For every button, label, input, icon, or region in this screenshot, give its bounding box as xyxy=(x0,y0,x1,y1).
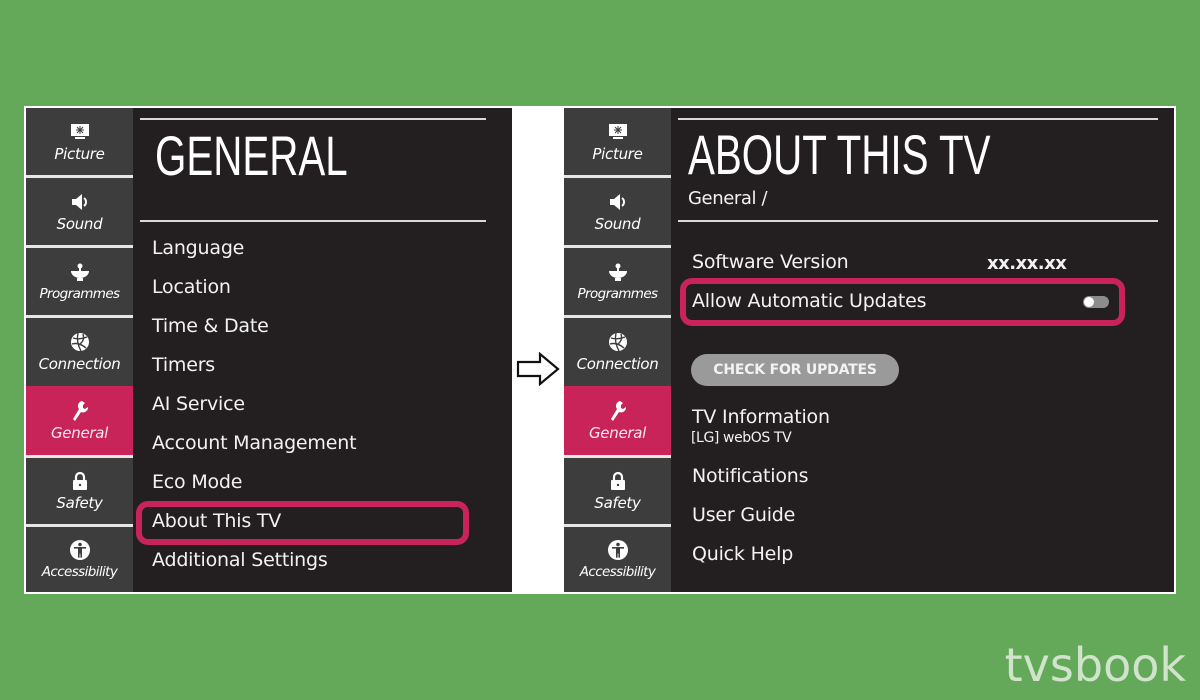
sidebar-item-label: General xyxy=(588,423,646,442)
sidebar-item-accessibility[interactable]: Accessibility xyxy=(26,527,133,592)
sidebar-item-label: General xyxy=(50,423,108,442)
lock-icon xyxy=(607,470,629,492)
arrow-right-icon xyxy=(516,352,560,386)
sidebar-item-safety[interactable]: Safety xyxy=(26,458,133,524)
globe-icon xyxy=(607,331,629,353)
accessibility-icon xyxy=(69,539,91,561)
menu-item-account-management[interactable]: Account Management xyxy=(152,432,357,454)
sidebar-item-sound[interactable]: Sound xyxy=(26,178,133,245)
page-title: ABOUT THIS TV xyxy=(688,123,991,186)
screenshot-frame: Picture Sound Programmes Connection Gene… xyxy=(24,106,1176,594)
sidebar-item-label: Picture xyxy=(54,144,105,163)
toggle-knob xyxy=(1084,297,1094,307)
divider xyxy=(678,118,1158,120)
menu-item-timers[interactable]: Timers xyxy=(152,354,215,376)
sidebar-item-safety[interactable]: Safety xyxy=(564,458,671,524)
antenna-icon xyxy=(69,261,91,283)
page-title: GENERAL xyxy=(155,124,348,187)
picture-icon xyxy=(607,121,629,143)
picture-icon xyxy=(69,121,91,143)
sidebar-item-label: Picture xyxy=(592,144,643,163)
menu-item-notifications[interactable]: Notifications xyxy=(692,465,809,487)
sidebar-item-sound[interactable]: Sound xyxy=(564,178,671,245)
sidebar-item-label: Safety xyxy=(594,494,641,512)
about-this-tv-panel: Picture Sound Programmes Connection Gene… xyxy=(564,108,1174,592)
sidebar-item-label: Connection xyxy=(576,355,659,373)
allow-automatic-updates-label[interactable]: Allow Automatic Updates xyxy=(692,290,927,312)
sidebar-item-label: Safety xyxy=(56,494,103,512)
general-settings-panel: Picture Sound Programmes Connection Gene… xyxy=(26,108,512,592)
accessibility-icon xyxy=(607,539,629,561)
antenna-icon xyxy=(607,261,629,283)
divider xyxy=(140,220,486,222)
software-version-label: Software Version xyxy=(692,251,849,273)
menu-item-eco-mode[interactable]: Eco Mode xyxy=(152,471,242,493)
sidebar-item-label: Connection xyxy=(38,355,121,373)
auto-updates-toggle[interactable] xyxy=(1083,296,1109,308)
sidebar-item-picture[interactable]: Picture xyxy=(26,108,133,175)
sidebar-item-general[interactable]: General xyxy=(564,386,671,455)
sidebar-item-connection[interactable]: Connection xyxy=(564,318,671,386)
about-this-tv-content: ABOUT THIS TV General / Software Version… xyxy=(671,108,1174,592)
menu-item-ai-service[interactable]: AI Service xyxy=(152,393,245,415)
sidebar-item-connection[interactable]: Connection xyxy=(26,318,133,386)
menu-item-tv-information[interactable]: TV Information xyxy=(692,406,830,428)
wrench-icon xyxy=(69,400,91,422)
menu-item-location[interactable]: Location xyxy=(152,276,231,298)
lock-icon xyxy=(69,470,91,492)
watermark-logo: tvsbook xyxy=(1004,638,1186,692)
check-for-updates-button[interactable]: CHECK FOR UPDATES xyxy=(691,354,899,386)
menu-item-user-guide[interactable]: User Guide xyxy=(692,504,795,526)
sidebar-item-label: Accessibility xyxy=(579,563,656,580)
wrench-icon xyxy=(607,400,629,422)
sidebar-item-accessibility[interactable]: Accessibility xyxy=(564,527,671,592)
breadcrumb: General / xyxy=(688,188,768,209)
software-version-value: xx.xx.xx xyxy=(987,253,1067,274)
sidebar-item-programmes[interactable]: Programmes xyxy=(564,248,671,315)
sidebar-item-label: Sound xyxy=(594,214,641,233)
menu-item-additional-settings[interactable]: Additional Settings xyxy=(152,549,328,571)
general-menu-content: GENERAL Language Location Time & Date Ti… xyxy=(133,108,512,592)
settings-sidebar: Picture Sound Programmes Connection Gene… xyxy=(26,108,133,592)
globe-icon xyxy=(69,331,91,353)
speaker-icon xyxy=(607,191,629,213)
tv-information-value: [LG] webOS TV xyxy=(691,430,792,446)
menu-item-time-date[interactable]: Time & Date xyxy=(152,315,269,337)
menu-item-about-this-tv[interactable]: About This TV xyxy=(152,510,281,532)
sidebar-item-picture[interactable]: Picture xyxy=(564,108,671,175)
settings-sidebar: Picture Sound Programmes Connection Gene… xyxy=(564,108,671,592)
divider xyxy=(140,118,486,120)
menu-item-quick-help[interactable]: Quick Help xyxy=(692,543,793,565)
sidebar-item-label: Accessibility xyxy=(41,563,118,580)
speaker-icon xyxy=(69,191,91,213)
sidebar-item-programmes[interactable]: Programmes xyxy=(26,248,133,315)
divider xyxy=(678,220,1158,222)
sidebar-item-general[interactable]: General xyxy=(26,386,133,455)
menu-item-language[interactable]: Language xyxy=(152,237,244,259)
sidebar-item-label: Sound xyxy=(56,214,103,233)
sidebar-item-label: Programmes xyxy=(577,285,659,302)
sidebar-item-label: Programmes xyxy=(39,285,121,302)
